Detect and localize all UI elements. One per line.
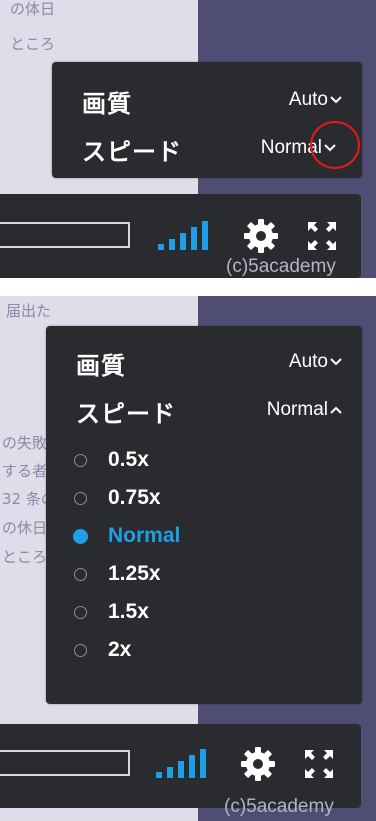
speed-option-label: Normal <box>108 524 181 547</box>
top-panel: の体日 ところ 画質 Auto スピード Normal (c)5academy <box>0 0 376 278</box>
background-text: の体日 <box>10 0 56 18</box>
signal-icon[interactable] <box>154 746 212 780</box>
quality-row[interactable]: 画質 Auto <box>46 342 362 380</box>
chevron-down-icon[interactable] <box>328 94 344 106</box>
bottom-panel: 届出た の失敗 する者 32 条の の休日 ところ 画質 Auto スピード N… <box>0 296 376 821</box>
radio-icon <box>74 568 87 581</box>
speed-row[interactable]: スピード Normal <box>46 390 362 428</box>
speed-value: Normal <box>266 399 328 420</box>
speed-option-label: 1.5x <box>108 600 149 623</box>
signal-icon[interactable] <box>156 218 214 252</box>
quality-row[interactable]: 画質 Auto <box>52 80 362 118</box>
quality-value: Auto <box>288 89 328 110</box>
speed-label: スピード <box>76 400 176 428</box>
watermark: (c)5academy <box>224 796 334 817</box>
quality-label: 画質 <box>76 352 126 380</box>
fullscreen-icon[interactable] <box>303 748 335 780</box>
chevron-down-icon[interactable] <box>328 356 344 368</box>
watermark: (c)5academy <box>226 256 336 277</box>
radio-icon <box>74 492 87 505</box>
background-text: ところ <box>10 35 56 53</box>
speed-label: スピード <box>82 138 182 166</box>
progress-bar[interactable] <box>0 222 130 248</box>
speed-option-label: 2x <box>108 638 132 661</box>
chevron-up-icon[interactable] <box>328 404 344 416</box>
settings-menu: 画質 Auto スピード Normal 0.5x 0.75x Normal 1.… <box>46 326 362 704</box>
background-text: ところ <box>2 548 48 566</box>
gear-icon[interactable] <box>243 218 279 254</box>
background-text: する者 <box>2 462 48 480</box>
quality-label: 画質 <box>82 90 132 118</box>
background-text: の休日 <box>2 519 48 537</box>
radio-icon <box>74 606 87 619</box>
progress-bar[interactable] <box>0 750 130 776</box>
annotation-circle <box>310 121 360 169</box>
background-text: 届出た <box>6 302 52 320</box>
background-text: の失敗 <box>2 434 48 452</box>
gear-icon[interactable] <box>240 746 276 782</box>
radio-icon <box>74 644 87 657</box>
speed-option-label: 1.25x <box>108 562 161 585</box>
radio-icon <box>74 454 87 467</box>
speed-option-label: 0.75x <box>108 486 161 509</box>
quality-value: Auto <box>288 351 328 372</box>
radio-selected-icon <box>73 529 88 544</box>
fullscreen-icon[interactable] <box>306 220 338 252</box>
speed-option-label: 0.5x <box>108 448 149 471</box>
